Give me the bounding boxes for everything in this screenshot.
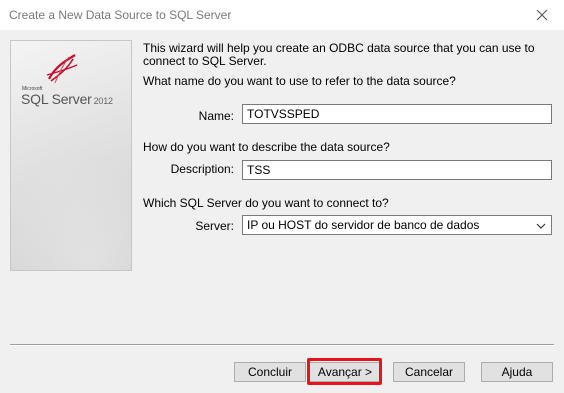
server-select[interactable]: IP ou HOST do servidor de banco de dados [242, 215, 552, 235]
server-question: Which SQL Server do you want to connect … [143, 196, 389, 210]
name-field-value: TOTVSSPED [247, 107, 320, 121]
name-field[interactable]: TOTVSSPED [242, 104, 552, 124]
side-banner: Microsoft SQL Server 2012 [10, 40, 132, 271]
logo-year: 2012 [93, 96, 113, 106]
sql-server-logo: Microsoft SQL Server 2012 [19, 53, 129, 113]
next-button-highlight [307, 358, 382, 385]
description-label: Description: [170, 162, 234, 176]
intro-text: This wizard will help you create an ODBC… [143, 41, 535, 68]
close-button[interactable] [520, 0, 564, 30]
help-button[interactable]: Ajuda [481, 362, 553, 382]
chevron-down-icon [536, 223, 546, 229]
server-select-value: IP ou HOST do servidor de banco de dados [247, 218, 480, 232]
logo-product: SQL Server [21, 91, 92, 107]
description-field-value: TSS [247, 163, 271, 177]
description-field[interactable]: TSS [242, 160, 552, 180]
close-icon [536, 9, 548, 21]
description-question: How do you want to describe the data sou… [143, 140, 390, 154]
name-label: Name: [198, 109, 234, 123]
title-bar: Create a New Data Source to SQL Server [0, 0, 564, 30]
banner-decoration [11, 161, 131, 270]
separator [10, 344, 554, 346]
window-title: Create a New Data Source to SQL Server [9, 8, 232, 22]
cancel-button[interactable]: Cancelar [393, 362, 465, 382]
name-question: What name do you want to use to refer to… [143, 74, 456, 88]
sql-server-logo-icon [46, 54, 78, 84]
logo-product-name: SQL Server 2012 [21, 91, 113, 107]
server-label: Server: [195, 219, 234, 233]
finish-button[interactable]: Concluir [234, 362, 306, 382]
